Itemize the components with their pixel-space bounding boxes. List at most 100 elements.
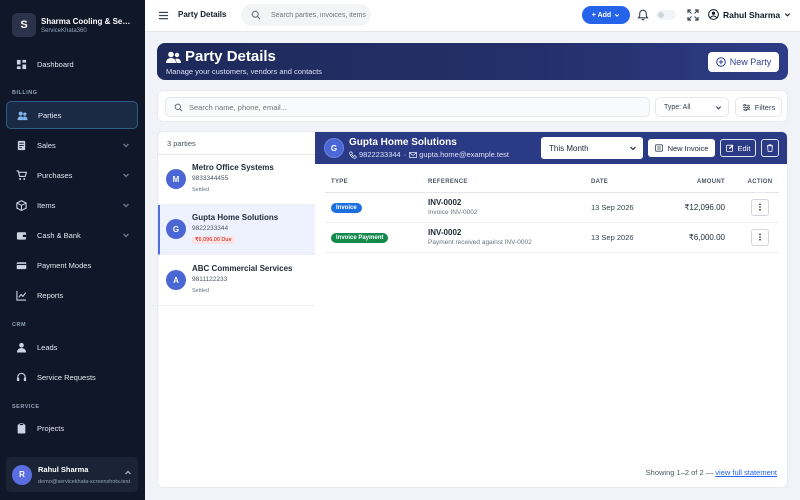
add-button[interactable]: + Add: [582, 6, 630, 24]
avatar: M: [166, 169, 186, 189]
period-select[interactable]: This Month: [541, 137, 643, 159]
sidebar-item-label: Payment Modes: [37, 260, 92, 270]
filters-button[interactable]: Filters: [735, 97, 782, 117]
sidebar-item-items[interactable]: Items: [6, 191, 138, 219]
brand[interactable]: S Sharma Cooling & Services ServiceKhata…: [12, 12, 136, 38]
transactions-table: TYPE REFERENCE DATE AMOUNT ACTION Invoic…: [325, 172, 779, 253]
search-icon: [251, 10, 261, 20]
card-icon: [16, 261, 27, 269]
box-icon: [16, 199, 27, 211]
party-search[interactable]: [165, 97, 650, 117]
period-value: This Month: [549, 143, 589, 153]
table-row[interactable]: Invoice Payment INV-0002 Payment receive…: [325, 222, 779, 253]
chevron-down-icon: [785, 13, 791, 17]
sidebar-item-dashboard[interactable]: Dashboard: [6, 50, 138, 78]
col-amount: AMOUNT: [665, 172, 735, 193]
list-item[interactable]: G Gupta Home Solutions 9822233344 ₹6,096…: [158, 205, 315, 255]
avatar: G: [166, 219, 186, 239]
chevron-down-icon: [122, 173, 130, 178]
party-phone: 9833344455: [192, 175, 229, 182]
wallet-icon: [16, 231, 27, 240]
avatar: G: [324, 138, 344, 158]
sidebar-item-label: Dashboard: [37, 59, 74, 69]
user-email: demo@servicekhata-screenshots.test: [38, 478, 131, 485]
party-name: Gupta Home Solutions: [192, 213, 279, 222]
party-count: 3 parties: [167, 139, 196, 148]
sidebar-item-service-requests[interactable]: Service Requests: [6, 363, 138, 391]
cart-icon: [16, 169, 27, 180]
sidebar-item-reports[interactable]: Reports: [6, 281, 138, 309]
brand-name: Sharma Cooling & Services: [41, 16, 133, 26]
filter-bar: Type: All Filters: [157, 90, 788, 122]
sidebar-item-purchases[interactable]: Purchases: [6, 161, 138, 189]
status-badge: Settled: [192, 187, 210, 193]
section-billing: BILLING: [12, 90, 38, 96]
row-actions-button[interactable]: [751, 228, 769, 246]
party-phone: 9811122233: [192, 276, 228, 283]
reference-sub: Invoice INV-0002: [428, 209, 478, 216]
users-icon: [17, 111, 28, 120]
row-actions-button[interactable]: [751, 198, 769, 216]
chevron-down-icon: [122, 143, 130, 148]
showing-text: Showing 1–2 of 2 —: [645, 468, 714, 477]
type-select[interactable]: Type: All: [655, 97, 729, 117]
filters-label: Filters: [754, 102, 776, 112]
type-badge: Invoice Payment: [331, 233, 389, 243]
reference: INV-0002: [428, 198, 462, 207]
trash-icon: [767, 144, 773, 152]
sidebar-item-projects[interactable]: Projects: [6, 414, 138, 442]
page-title: Party Details: [178, 10, 227, 19]
detail-party-name: Gupta Home Solutions: [349, 137, 457, 148]
top-user-name: Rahul Sharma: [723, 9, 781, 20]
edit-icon: [725, 144, 734, 152]
avatar: R: [12, 464, 32, 485]
date: 13 Sep 2026: [585, 192, 665, 223]
party-search-input[interactable]: [189, 102, 589, 112]
edit-button[interactable]: Edit: [720, 139, 756, 157]
edit-label: Edit: [737, 143, 751, 153]
fullscreen-icon[interactable]: [687, 9, 699, 21]
delete-button[interactable]: [761, 139, 779, 157]
chevron-down-icon: [630, 146, 636, 151]
reference-sub: Payment received against INV-0002: [428, 239, 532, 246]
sliders-icon: [742, 103, 750, 111]
sidebar-item-leads[interactable]: Leads: [6, 333, 138, 361]
add-button-label: + Add: [591, 11, 612, 19]
topbar: Party Details + Add Rahul Sharma: [145, 0, 800, 32]
party-list: 3 parties M Metro Office Systems 9833344…: [157, 131, 315, 488]
user-name: Rahul Sharma: [38, 464, 89, 474]
headset-icon: [16, 372, 27, 381]
table-header-row: TYPE REFERENCE DATE AMOUNT ACTION: [325, 172, 779, 193]
search-input[interactable]: [271, 11, 366, 19]
theme-toggle[interactable]: [656, 10, 676, 20]
list-item[interactable]: A ABC Commercial Services 9811122233 Set…: [158, 256, 315, 306]
new-invoice-label: New Invoice: [667, 143, 709, 153]
sidebar-item-cash-bank[interactable]: Cash & Bank: [6, 221, 138, 249]
new-party-button[interactable]: New Party: [708, 52, 779, 72]
sidebar-item-payment-modes[interactable]: Payment Modes: [6, 251, 138, 279]
party-name: ABC Commercial Services: [192, 264, 293, 273]
menu-icon[interactable]: [158, 10, 169, 21]
table-row[interactable]: Invoice INV-0002 Invoice INV-0002 13 Sep…: [325, 192, 779, 223]
chevron-down-icon: [614, 13, 620, 17]
detail-phone: 9822233344: [359, 150, 401, 159]
col-reference: REFERENCE: [422, 172, 585, 193]
leads-icon: [16, 342, 27, 353]
top-user-menu[interactable]: Rahul Sharma: [708, 9, 791, 20]
new-invoice-button[interactable]: New Invoice: [648, 139, 715, 157]
header-subtitle: Manage your customers, vendors and conta…: [166, 67, 322, 76]
user-menu[interactable]: R Rahul Sharma demo@servicekhata-screens…: [6, 457, 138, 492]
amount: ₹12,096.00: [665, 192, 735, 223]
sidebar-item-sales[interactable]: Sales: [6, 131, 138, 159]
due-badge: ₹6,096.00 Due: [192, 236, 235, 244]
bell-icon[interactable]: [637, 9, 649, 21]
view-statement-link[interactable]: view full statement: [715, 468, 777, 477]
chevron-down-icon: [122, 233, 130, 238]
users-icon: [166, 51, 181, 63]
sidebar-item-parties[interactable]: Parties: [6, 101, 138, 129]
col-type: TYPE: [325, 172, 422, 193]
global-search[interactable]: [241, 4, 371, 26]
status-badge: Settled: [192, 288, 210, 294]
list-item[interactable]: M Metro Office Systems 9833344455 Settle…: [158, 155, 315, 205]
sidebar-item-label: Items: [37, 200, 56, 210]
